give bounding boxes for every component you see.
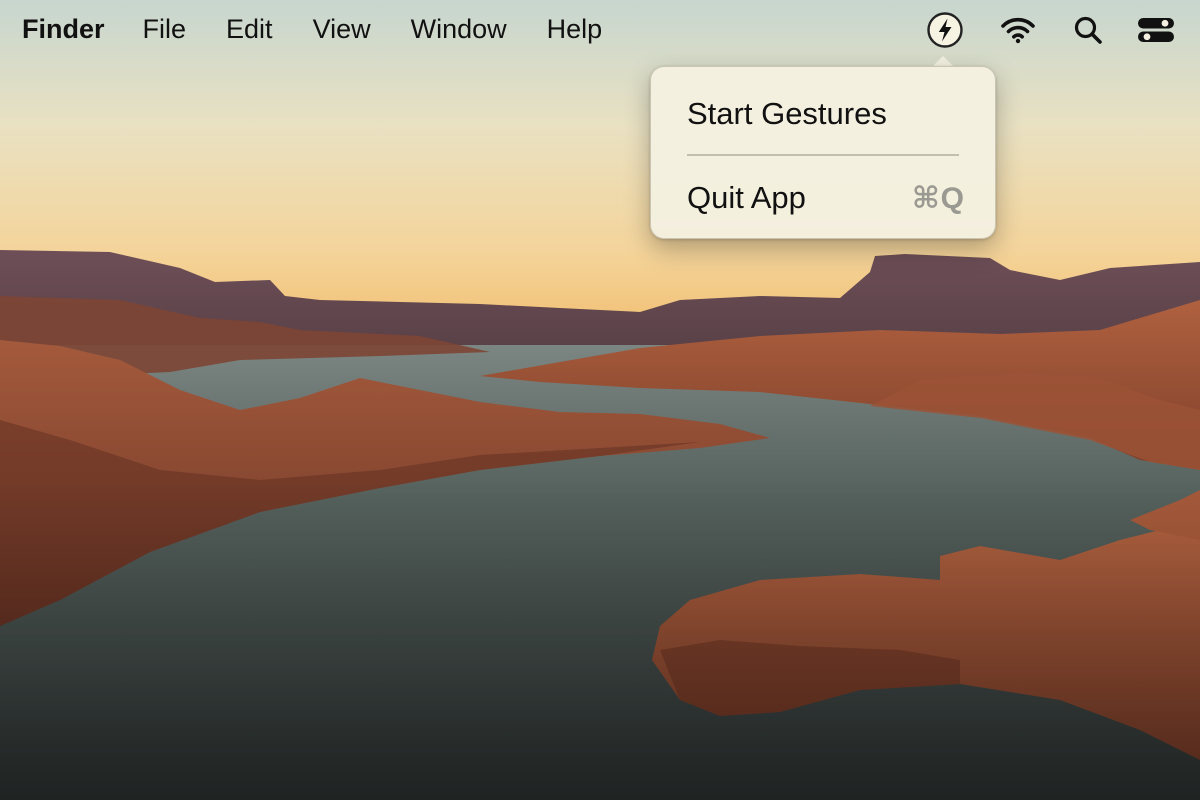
menu-file[interactable]: File [143, 0, 187, 58]
desktop: Finder File Edit View Window Help Start … [0, 0, 1200, 800]
menu-item-label: Quit App [687, 180, 806, 215]
menu-bar: Finder File Edit View Window Help [0, 0, 1200, 58]
status-menu-dropdown: Start Gestures Quit App ⌘Q [650, 66, 996, 239]
menu-window[interactable]: Window [411, 0, 507, 58]
search-icon[interactable] [1068, 10, 1108, 50]
wifi-icon[interactable] [998, 10, 1038, 50]
menu-separator [687, 154, 959, 156]
keyboard-shortcut: ⌘Q [911, 181, 965, 215]
menu-bar-left: Finder File Edit View Window Help [0, 0, 642, 58]
menu-help[interactable]: Help [547, 0, 603, 58]
lightning-bolt-icon[interactable] [925, 10, 965, 50]
desktop-wallpaper [0, 0, 1200, 800]
menu-item-quit-app[interactable]: Quit App ⌘Q [687, 174, 965, 222]
control-center-icon[interactable] [1136, 10, 1176, 50]
menu-item-start-gestures[interactable]: Start Gestures [687, 90, 965, 138]
menu-view[interactable]: View [313, 0, 371, 58]
app-menu-finder[interactable]: Finder [22, 0, 105, 58]
menu-edit[interactable]: Edit [226, 0, 273, 58]
menu-item-label: Start Gestures [687, 96, 887, 131]
